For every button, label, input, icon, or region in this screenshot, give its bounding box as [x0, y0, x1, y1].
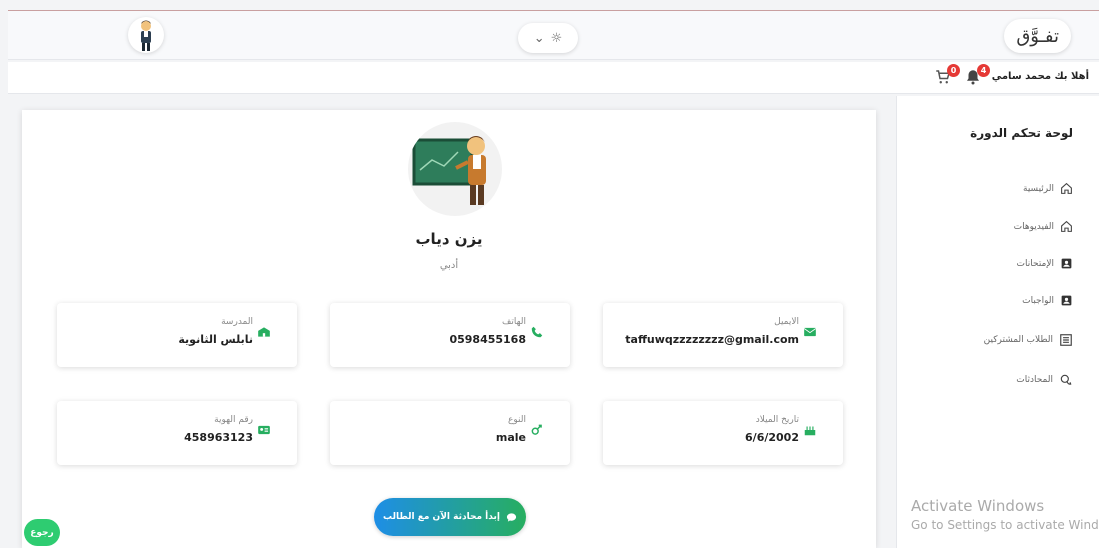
account-box-icon — [1061, 295, 1072, 306]
chat-bubble-icon — [506, 512, 517, 522]
school-value: نابلس الثانوية — [178, 333, 253, 346]
sidebar-title: لوحة تحكم الدورة — [970, 126, 1073, 140]
user-avatar[interactable] — [128, 17, 164, 53]
brand-logo[interactable]: تفـوَّق — [1004, 19, 1071, 53]
sidebar-item-assignments[interactable]: الواجبات — [1022, 294, 1073, 307]
email-card: الايميل taffuwqzzzzzzzz@gmail.com — [603, 303, 843, 367]
chat-bubbles-icon — [1060, 374, 1072, 385]
birthdate-card: تاريخ الميلاد 6/6/2002 — [603, 401, 843, 465]
cake-icon — [804, 426, 816, 436]
back-button[interactable]: رجوع — [24, 519, 60, 546]
account-box-icon — [1061, 258, 1072, 269]
phone-icon — [531, 326, 543, 338]
id-number-label: رقم الهوية — [214, 415, 253, 425]
list-icon — [1060, 334, 1072, 346]
cart-count-badge: 0 — [947, 64, 960, 77]
email-label: الايميل — [774, 317, 799, 327]
chevron-down-icon: ⌄ — [533, 30, 545, 46]
sidebar-item-chats[interactable]: المحادثات — [1016, 373, 1073, 387]
course-sidebar: لوحة تحكم الدورة الرئيسية الفيديوهات الإ… — [896, 96, 1099, 548]
envelope-icon — [803, 327, 817, 337]
home-icon — [1061, 220, 1072, 232]
student-track: أدبي — [439, 260, 459, 271]
greeting-text: أهلا بك محمد سامي — [991, 71, 1089, 82]
avatar-character-icon — [141, 20, 151, 51]
gender-icon — [531, 424, 542, 435]
gender-card: النوع male — [330, 401, 570, 465]
sidebar-item-label: الطلاب المشتركين — [983, 335, 1053, 345]
user-bar: 0 4 أهلا بك محمد سامي — [8, 62, 1099, 94]
birthdate-value: 6/6/2002 — [745, 431, 799, 444]
teacher-illustration-icon — [412, 136, 486, 205]
gender-value: male — [495, 431, 526, 444]
theme-toggle-button[interactable]: ⌄ ☼ — [518, 23, 578, 53]
birthdate-label: تاريخ الميلاد — [755, 415, 799, 425]
home-icon — [1061, 182, 1072, 194]
phone-card: الهاتف 0598455168 — [330, 303, 570, 367]
activate-windows-hint: Go to Settings to activate Windows. — [911, 518, 1099, 532]
id-number-card: رقم الهوية 458963123 — [57, 401, 297, 465]
id-number-value: 458963123 — [184, 431, 253, 444]
sidebar-item-videos[interactable]: الفيديوهات — [1014, 220, 1073, 233]
student-name: يزن دياب — [415, 230, 483, 248]
sidebar-item-label: الواجبات — [1022, 295, 1054, 306]
school-icon — [258, 327, 270, 337]
email-value: taffuwqzzzzzzzz@gmail.com — [625, 333, 799, 346]
top-navbar: ⌄ ☼ تفـوَّق — [8, 10, 1099, 60]
gender-label: النوع — [508, 415, 526, 425]
activate-windows-title: Activate Windows — [911, 497, 1045, 515]
student-profile-panel: يزن دياب أدبي الايميل taffuwqzzzzzzzz@gm… — [22, 110, 876, 548]
cart-button[interactable]: 0 — [934, 64, 960, 88]
notifications-count-badge: 4 — [977, 64, 990, 77]
sidebar-item-subscribed-students[interactable]: الطلاب المشتركين — [984, 333, 1073, 347]
sun-icon: ☼ — [550, 30, 563, 46]
sidebar-item-label: الرئيسية — [1023, 183, 1054, 194]
sidebar-item-exams[interactable]: الإمتحانات — [1017, 257, 1073, 270]
school-label: المدرسة — [221, 317, 253, 327]
notifications-button[interactable]: 4 — [964, 64, 990, 88]
start-chat-button[interactable]: إبدأ محادثة الآن مع الطالب — [374, 498, 526, 536]
phone-value: 0598455168 — [449, 333, 526, 346]
sidebar-item-label: الفيديوهات — [1013, 221, 1054, 232]
sidebar-item-label: الإمتحانات — [1016, 258, 1054, 269]
phone-label: الهاتف — [502, 317, 526, 327]
school-card: المدرسة نابلس الثانوية — [57, 303, 297, 367]
start-chat-label: إبدأ محادثة الآن مع الطالب — [383, 512, 500, 522]
student-photo — [408, 122, 502, 216]
sidebar-item-home[interactable]: الرئيسية — [1023, 182, 1073, 195]
id-card-icon — [258, 425, 270, 435]
sidebar-item-label: المحادثات — [1016, 375, 1053, 385]
